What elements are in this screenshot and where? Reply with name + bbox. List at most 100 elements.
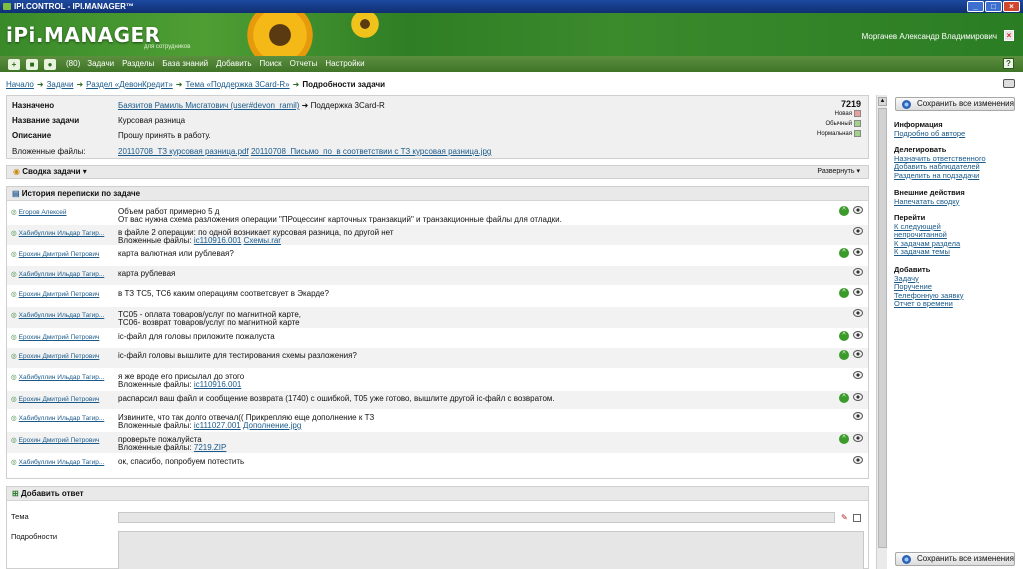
accept-icon[interactable]: ^ [839,434,849,444]
message-row: Егоров Алексей Объем работ примерно 5 дОт… [7,204,868,224]
message-file-link[interactable]: ic110916.001 [194,236,241,245]
breadcrumb-home[interactable]: Начало [6,80,34,89]
eye-icon[interactable] [853,412,863,420]
message-author-link[interactable]: Ерохин Дмитрий Петрович [11,333,100,341]
scrollbar-thumb[interactable] [878,108,887,548]
menu-item-knowledge-base[interactable]: База знаний [162,56,208,72]
print-icon[interactable] [1003,79,1015,88]
message-author-link[interactable]: Ерохин Дмитрий Петрович [11,395,100,403]
eye-icon[interactable] [853,268,863,276]
assigned-user-link[interactable]: Баязитов Рамиль Мисгатович (user#devon_r… [118,101,299,110]
eye-icon[interactable] [853,227,863,235]
accept-icon[interactable]: ^ [839,331,849,341]
message-file-link[interactable]: ic110916.001 [194,380,241,389]
expand-button[interactable]: Развернуть ▾ [817,166,860,178]
help-icon[interactable]: ? [1003,58,1014,69]
accept-icon[interactable]: ^ [839,248,849,258]
task-file-link[interactable]: 20110708_Письмо_по_в соответствии с ТЗ к… [251,147,491,156]
summary-icon: ◉ [13,167,20,176]
menu-item-add[interactable]: Добавить [216,56,251,72]
message-author-link[interactable]: Хабибуллин Ильдар Тагир... [11,311,105,319]
message-author-link[interactable]: Егоров Алексей [11,208,67,216]
accept-icon[interactable]: ^ [839,350,849,360]
arrow-right-icon: ➜ [292,80,300,89]
type-badge: Обычный [825,120,861,127]
accept-icon[interactable]: ^ [839,393,849,403]
print-summary-link[interactable]: Напечатать сводку [894,197,965,207]
spellcheck-icon[interactable]: ✎ [841,513,848,522]
message-file-link[interactable]: 7219.ZIP [194,443,226,452]
add-icon: ⊞ [12,489,19,498]
sunflower-image-small [345,13,385,41]
task-file-link[interactable]: 20110708_ТЗ курсовая разница.pdf [118,147,249,156]
author-details-link[interactable]: Подробно об авторе [894,129,965,139]
eye-icon[interactable] [853,288,863,296]
save-icon[interactable]: ■ [26,58,38,70]
breadcrumb-tasks[interactable]: Задачи [47,80,74,89]
menu-item-reports[interactable]: Отчеты [290,56,318,72]
message-author-link[interactable]: Хабибуллин Ильдар Тагир... [11,373,105,381]
split-subtasks-link[interactable]: Разделить на подзадачи [894,171,986,181]
people-icon[interactable]: ● [44,58,56,70]
save-all-button-top[interactable]: Сохранить все изменения [895,97,1015,111]
app-logo[interactable]: iPi.MANAGER [6,23,161,47]
history-title: История переписки по задаче [21,189,141,198]
eye-icon[interactable] [853,393,863,401]
add-time-report-link[interactable]: Отчет о времени [894,299,964,309]
eye-icon[interactable] [853,331,863,339]
eye-icon[interactable] [853,456,863,464]
topic-checkbox[interactable] [853,514,861,522]
message-file-link[interactable]: ic111027.001 [194,421,241,430]
scrollbar[interactable]: ▲ [876,95,887,569]
message-line: ic-файл для головы приложите пожалуста [118,332,275,341]
message-text: распарсил ваш файл и сообщение возврата … [118,395,555,403]
maximize-icon[interactable]: □ [985,1,1002,12]
menu-item-sections[interactable]: Разделы [122,56,154,72]
accept-icon[interactable]: ^ [839,206,849,216]
message-text: карта рублевая [118,270,175,278]
window-titlebar: IPI.CONTROL - IPI.MANAGER™ _ □ × [0,0,1023,13]
topic-tasks-link[interactable]: К задачам темы [894,247,960,257]
menu-item-settings[interactable]: Настройки [325,56,364,72]
accept-icon[interactable]: ^ [839,288,849,298]
message-file-link[interactable]: Схемы.rar [244,236,281,245]
reply-header[interactable]: ⊞ Добавить ответ [7,487,868,501]
eye-icon[interactable] [853,350,863,358]
eye-icon[interactable] [853,206,863,214]
save-icon [902,555,911,564]
menu-item-search[interactable]: Поиск [260,56,282,72]
message-author-link[interactable]: Хабибуллин Ильдар Тагир... [11,270,105,278]
eye-icon[interactable] [853,309,863,317]
save-all-button-bottom[interactable]: Сохранить все изменения [895,552,1015,566]
breadcrumb-topic[interactable]: Тема «Поддержка 3Card-R» [185,80,289,89]
sidebar-group-info: Информация Подробно об авторе [894,120,965,139]
eye-icon[interactable] [853,248,863,256]
logout-icon[interactable]: × [1004,30,1014,41]
message-author-link[interactable]: Хабибуллин Ильдар Тагир... [11,229,105,237]
scroll-up-icon[interactable]: ▲ [878,97,887,106]
sidebar-group-external: Внешние действия Напечатать сводку [894,188,965,207]
message-line: в ТЗ ТС5, ТС6 каким операциям соответсву… [118,289,329,298]
message-author-link[interactable]: Ерохин Дмитрий Петрович [11,250,100,258]
details-input[interactable] [118,531,864,569]
close-icon[interactable]: × [1003,1,1020,12]
message-author-link[interactable]: Ерохин Дмитрий Петрович [11,352,100,360]
assigned-topic: Поддержка 3Card-R [310,101,385,110]
breadcrumb-section[interactable]: Раздел «ДевонКредит» [86,80,173,89]
task-number: 7219 [840,99,861,109]
minimize-icon[interactable]: _ [967,1,984,12]
message-author-link[interactable]: Ерохин Дмитрий Петрович [11,436,100,444]
eye-icon[interactable] [853,371,863,379]
message-author-link[interactable]: Хабибуллин Ильдар Тагир... [11,458,105,466]
summary-bar[interactable]: ◉ Сводка задачи ▾ Развернуть ▾ [6,165,869,179]
arrow-right-icon: ➜ [76,80,84,89]
message-file-link[interactable]: Дополнение.jpg [243,421,301,430]
tasks-count[interactable]: (80) [66,56,80,72]
message-text: ок, спасибо, попробуем потестить [118,458,244,466]
message-author-link[interactable]: Ерохин Дмитрий Петрович [11,290,100,298]
eye-icon[interactable] [853,434,863,442]
menu-item-tasks[interactable]: Задачи [87,56,114,72]
add-icon[interactable]: + [8,58,20,70]
message-author-link[interactable]: Хабибуллин Ильдар Тагир... [11,414,105,422]
topic-input[interactable] [118,512,835,523]
